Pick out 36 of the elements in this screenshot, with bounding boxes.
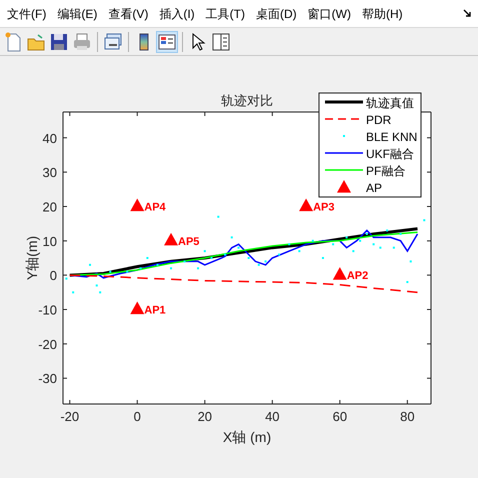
x-axis-label: X轴 (m) bbox=[222, 429, 272, 445]
menu-item[interactable]: 编辑(E) bbox=[54, 4, 100, 22]
legend-label: PF融合 bbox=[366, 164, 406, 178]
menu-item[interactable]: 窗口(W) bbox=[304, 4, 354, 22]
y-tick-label: 10 bbox=[42, 234, 57, 249]
menu-item[interactable]: 桌面(D) bbox=[252, 4, 300, 22]
chart-title: 轨迹对比 bbox=[221, 93, 273, 108]
y-tick-label: -10 bbox=[38, 302, 57, 318]
menu-item[interactable]: 文件(F) bbox=[4, 4, 50, 22]
point-label: AP5 bbox=[178, 236, 200, 248]
menu-item[interactable]: 工具(T) bbox=[202, 4, 248, 22]
x-tick-label: 60 bbox=[332, 409, 348, 424]
legend-label: PDR bbox=[366, 113, 392, 127]
legend-label: AP bbox=[366, 181, 382, 195]
point-label: AP4 bbox=[144, 201, 166, 214]
y-tick-label: 40 bbox=[42, 130, 57, 146]
y-axis-label: Y轴(m) bbox=[24, 236, 40, 280]
x-tick-label: -20 bbox=[60, 409, 80, 424]
x-tick-label: 80 bbox=[400, 409, 415, 424]
legend-label: UKF融合 bbox=[366, 147, 414, 161]
x-tick-label: 20 bbox=[198, 409, 212, 424]
x-tick-label: 40 bbox=[265, 409, 280, 424]
x-tick-label: 0 bbox=[134, 409, 141, 424]
y-tick-label: 20 bbox=[42, 199, 57, 214]
y-tick-label: -30 bbox=[38, 371, 57, 386]
point-label: AP3 bbox=[313, 201, 334, 214]
y-tick-label: 30 bbox=[42, 165, 57, 180]
point-label: AP2 bbox=[346, 270, 368, 282]
point-label: AP1 bbox=[144, 304, 166, 317]
menu-item[interactable]: 插入(I) bbox=[156, 4, 198, 22]
legend-label: 轨迹真值 bbox=[366, 96, 414, 110]
menu-item[interactable]: 查看(V) bbox=[105, 4, 152, 22]
legend-label: BLE KNN bbox=[366, 130, 418, 144]
y-tick-label: -20 bbox=[38, 336, 57, 352]
menu-item[interactable]: 帮助(H) bbox=[358, 4, 406, 22]
y-tick-label: 0 bbox=[50, 268, 57, 284]
